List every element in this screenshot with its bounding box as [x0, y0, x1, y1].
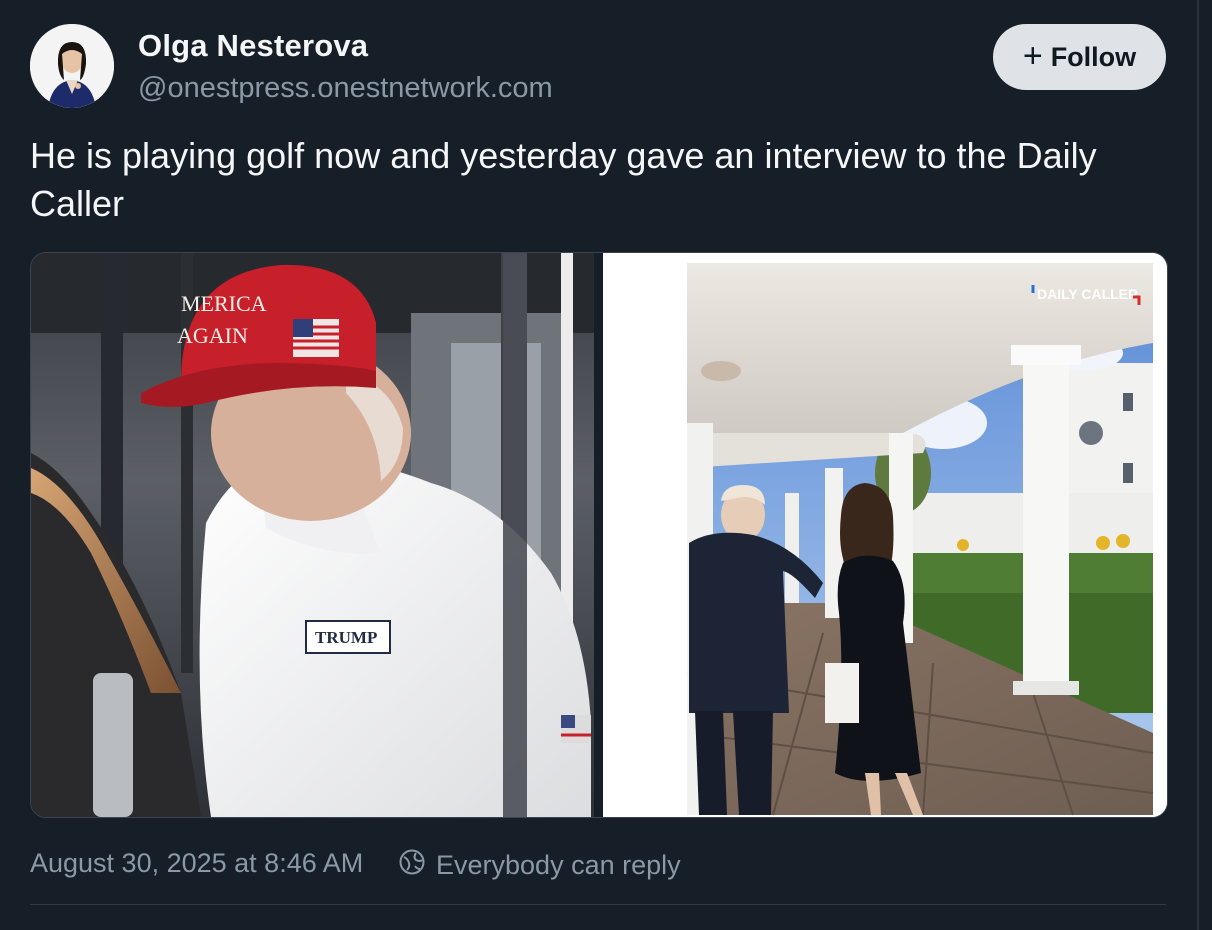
- media-grid: MERICA AGAIN TRUMP DAILY CALLER: [30, 252, 1168, 818]
- cap-text-2: AGAIN: [177, 323, 248, 348]
- follow-label: Follow: [1050, 41, 1137, 72]
- follow-button[interactable]: + Follow: [993, 24, 1166, 90]
- column-border: [1197, 0, 1199, 930]
- avatar[interactable]: [30, 24, 114, 108]
- reply-setting[interactable]: Everybody can reply: [398, 848, 681, 883]
- media-image-left[interactable]: MERICA AGAIN TRUMP: [31, 253, 594, 817]
- reply-setting-label: Everybody can reply: [436, 850, 681, 880]
- globe-icon: [398, 848, 426, 883]
- post-text: He is playing golf now and yesterday gav…: [30, 135, 1097, 224]
- plus-icon: +: [1022, 36, 1043, 75]
- media-image-right[interactable]: DAILY CALLER: [603, 253, 1167, 817]
- daily-caller-watermark: DAILY CALLER: [1037, 286, 1138, 302]
- author-handle[interactable]: @onestpress.onestnetwork.com: [138, 72, 553, 105]
- divider: [30, 904, 1166, 905]
- post-view: Olga Nesterova @onestpress.onestnetwork.…: [0, 0, 1212, 930]
- cap-text-1: MERICA: [181, 291, 267, 316]
- post-timestamp[interactable]: August 30, 2025 at 8:46 AM: [30, 848, 363, 879]
- shirt-logo: TRUMP: [315, 628, 377, 647]
- author-name[interactable]: Olga Nesterova: [138, 28, 368, 64]
